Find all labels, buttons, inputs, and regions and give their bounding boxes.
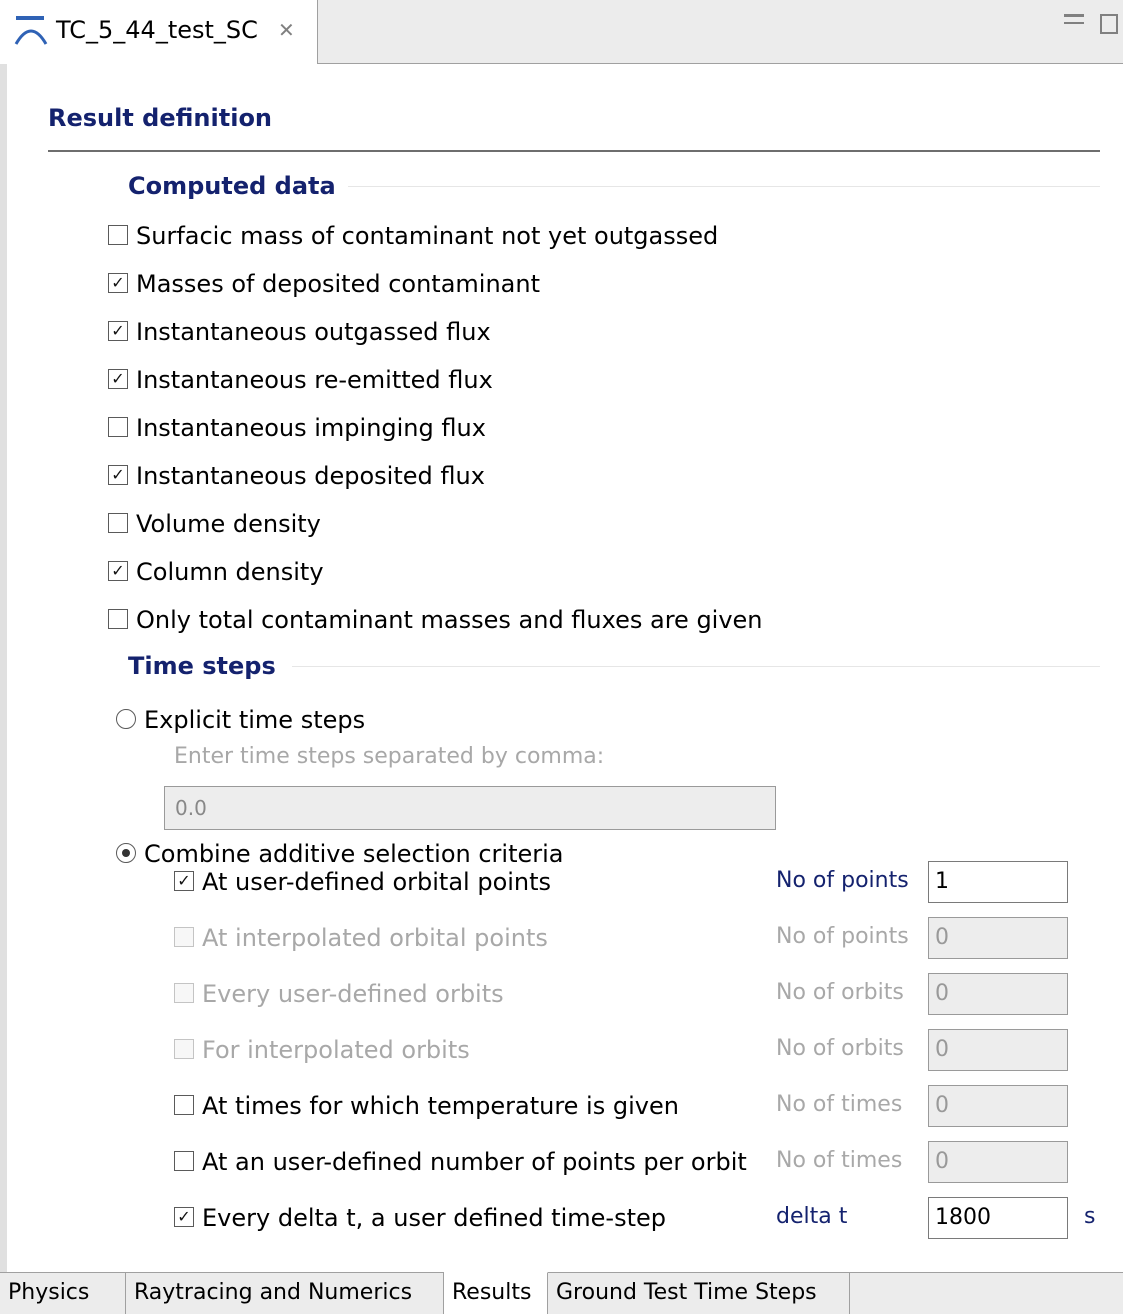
computed-data-option-label: Volume density: [136, 510, 321, 538]
computed-data-option-label: Instantaneous impinging flux: [136, 414, 486, 442]
checkbox-icon[interactable]: [174, 1039, 194, 1059]
criterion-field-label: No of orbits: [776, 980, 904, 1005]
criterion-option[interactable]: At an user-defined number of points per …: [174, 1146, 747, 1178]
explicit-time-steps-input[interactable]: 0.0: [164, 786, 776, 830]
criterion-option[interactable]: ✓ Every delta t, a user defined time-step: [174, 1202, 666, 1234]
checkbox-icon[interactable]: [108, 417, 128, 437]
criterion-field-label: delta t: [776, 1204, 848, 1229]
page-title: Result definition: [48, 104, 273, 132]
checkbox-icon[interactable]: [108, 609, 128, 629]
close-icon[interactable]: ✕: [278, 18, 295, 42]
checkbox-checked-icon[interactable]: ✓: [174, 871, 194, 891]
checkbox-icon[interactable]: [108, 513, 128, 533]
radio-icon[interactable]: [116, 709, 136, 729]
checkbox-checked-icon[interactable]: ✓: [174, 1207, 194, 1227]
editor-tab-title: TC_5_44_test_SC: [56, 16, 258, 44]
bottom-tab[interactable]: Raytracing and Numerics: [126, 1272, 444, 1314]
maximize-icon[interactable]: [1100, 14, 1118, 34]
criterion-value-input[interactable]: 0: [928, 917, 1068, 959]
criterion-option[interactable]: ✓ At user-defined orbital points: [174, 866, 551, 898]
criterion-label: At times for which temperature is given: [202, 1092, 679, 1120]
checkbox-icon[interactable]: [174, 927, 194, 947]
computed-data-option-label: Instantaneous deposited flux: [136, 462, 485, 490]
computed-data-option-label: Only total contaminant masses and fluxes…: [136, 606, 763, 634]
criterion-option[interactable]: At interpolated orbital points: [174, 922, 548, 954]
model-icon: [14, 16, 48, 45]
criterion-value-input[interactable]: 0: [928, 1029, 1068, 1071]
computed-data-option-label: Masses of deposited contaminant: [136, 270, 541, 298]
checkbox-checked-icon[interactable]: ✓: [108, 321, 128, 341]
radio-icon[interactable]: [116, 843, 136, 863]
minimize-icon[interactable]: [1064, 14, 1084, 24]
criterion-value-input[interactable]: 1800: [928, 1197, 1068, 1239]
checkbox-checked-icon[interactable]: ✓: [108, 369, 128, 389]
checkbox-checked-icon[interactable]: ✓: [108, 465, 128, 485]
checkbox-icon[interactable]: [108, 225, 128, 245]
computed-data-option[interactable]: ✓ Instantaneous deposited flux: [108, 460, 485, 492]
criterion-field-label: No of points: [776, 868, 909, 893]
checkbox-checked-icon[interactable]: ✓: [108, 561, 128, 581]
criterion-field-label: No of times: [776, 1092, 903, 1117]
criterion-value-input[interactable]: 0: [928, 973, 1068, 1015]
checkbox-icon[interactable]: [174, 1151, 194, 1171]
editor-tab[interactable]: TC_5_44_test_SC ✕: [0, 0, 318, 64]
criterion-label: Every user-defined orbits: [202, 980, 504, 1008]
computed-data-option-label: Surfacic mass of contaminant not yet out…: [136, 222, 719, 250]
criterion-field-label: No of times: [776, 1148, 903, 1173]
criterion-option[interactable]: Every user-defined orbits: [174, 978, 504, 1010]
criterion-option[interactable]: For interpolated orbits: [174, 1034, 470, 1066]
computed-data-option[interactable]: ✓ Instantaneous outgassed flux: [108, 316, 491, 348]
bottom-tab[interactable]: Physics: [0, 1272, 126, 1314]
computed-data-option[interactable]: ✓ Instantaneous re-emitted flux: [108, 364, 493, 396]
criterion-field-label: No of points: [776, 924, 909, 949]
bottom-tab[interactable]: Results: [444, 1272, 548, 1314]
group-divider: [348, 186, 1100, 187]
criterion-label: At an user-defined number of points per …: [202, 1148, 747, 1176]
time-steps-hint: Enter time steps separated by comma:: [174, 744, 605, 769]
computed-data-option-label: Instantaneous re-emitted flux: [136, 366, 493, 394]
computed-data-option[interactable]: Only total contaminant masses and fluxes…: [108, 604, 763, 636]
computed-data-option-label: Instantaneous outgassed flux: [136, 318, 491, 346]
criterion-label: At user-defined orbital points: [202, 868, 552, 896]
criterion-label: At interpolated orbital points: [202, 924, 548, 952]
computed-data-title: Computed data: [128, 172, 336, 200]
checkbox-checked-icon[interactable]: ✓: [108, 273, 128, 293]
computed-data-option[interactable]: Volume density: [108, 508, 321, 540]
group-divider: [292, 666, 1100, 667]
combine-criteria-label: Combine additive selection criteria: [144, 840, 564, 868]
criterion-label: For interpolated orbits: [202, 1036, 470, 1064]
explicit-time-steps-label: Explicit time steps: [144, 706, 366, 734]
computed-data-option-label: Column density: [136, 558, 324, 586]
time-steps-title: Time steps: [128, 652, 276, 680]
explicit-time-steps-radio[interactable]: Explicit time steps: [116, 704, 365, 736]
criterion-unit: s: [1084, 1204, 1096, 1229]
computed-data-option[interactable]: Instantaneous impinging flux: [108, 412, 486, 444]
criterion-label: Every delta t, a user defined time-step: [202, 1204, 666, 1232]
criterion-value-input[interactable]: 1: [928, 861, 1068, 903]
computed-data-option[interactable]: Surfacic mass of contaminant not yet out…: [108, 220, 718, 252]
criterion-field-label: No of orbits: [776, 1036, 904, 1061]
computed-data-option[interactable]: ✓ Column density: [108, 556, 324, 588]
checkbox-icon[interactable]: [174, 1095, 194, 1115]
criterion-value-input[interactable]: 0: [928, 1085, 1068, 1127]
computed-data-option[interactable]: ✓ Masses of deposited contaminant: [108, 268, 540, 300]
bottom-tab[interactable]: Ground Test Time Steps: [548, 1272, 850, 1314]
criterion-value-input[interactable]: 0: [928, 1141, 1068, 1183]
checkbox-icon[interactable]: [174, 983, 194, 1003]
criterion-option[interactable]: At times for which temperature is given: [174, 1090, 679, 1122]
section-divider: [48, 150, 1100, 152]
